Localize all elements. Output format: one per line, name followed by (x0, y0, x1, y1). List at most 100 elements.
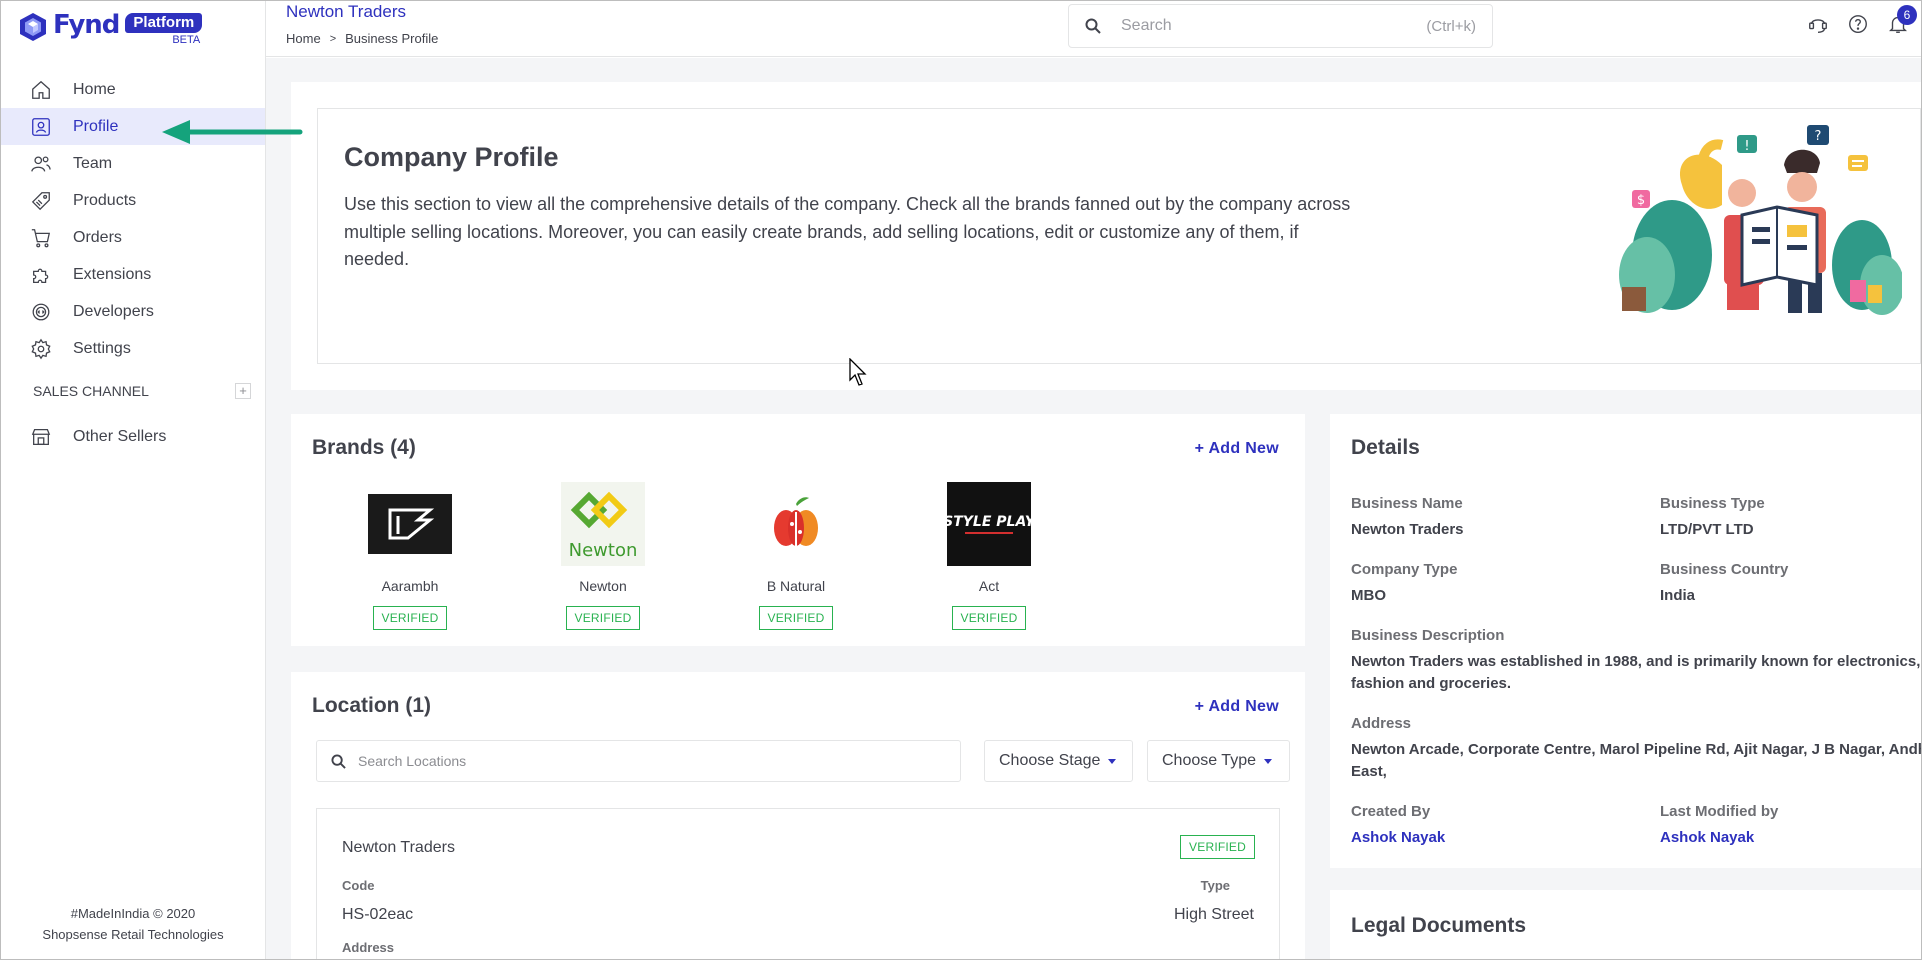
top-bar: Newton Traders Home > Business Profile S… (266, 1, 1921, 57)
brand-name: Newton (579, 578, 627, 594)
people-reading-illustration: $ ! ? (1619, 125, 1902, 315)
help-icon[interactable] (1845, 11, 1871, 37)
sidebar-item-label: Products (73, 191, 137, 209)
type-value: High Street (1173, 906, 1254, 923)
business-name-value: Newton Traders (1351, 521, 1464, 538)
sidebar-item-home[interactable]: Home (1, 71, 265, 108)
brand-name: Aarambh (381, 578, 439, 594)
brand-name: B Natural (766, 578, 826, 594)
brand-item[interactable]: STYLE PLAY Act VERIFIED (929, 482, 1049, 630)
newton-logo-icon: Newton (569, 491, 638, 561)
business-description-line2: fashion and groceries. (1351, 675, 1512, 692)
sidebar-item-label: Developers (73, 302, 154, 320)
svg-text:$: $ (1637, 193, 1645, 208)
add-brand-button[interactable]: + Add New (1195, 440, 1279, 458)
store-icon (29, 425, 53, 449)
puzzle-icon (29, 263, 53, 287)
brand-item[interactable]: Newton Newton VERIFIED (543, 482, 663, 630)
sidebar-item-settings[interactable]: Settings (1, 330, 265, 367)
sales-channel-label: SALES CHANNEL (33, 383, 149, 399)
newton-logo-text: Newton (569, 540, 638, 561)
sidebar-nav: Home Profile Team Products Orders Extens… (1, 71, 265, 367)
location-name: Newton Traders (342, 839, 455, 856)
page-title: Company Profile (344, 142, 559, 172)
business-type-value: LTD/PVT LTD (1660, 521, 1754, 538)
business-type-label: Business Type (1660, 495, 1765, 512)
brand-item[interactable]: B Natural VERIFIED (736, 482, 856, 630)
modified-by-label: Last Modified by (1660, 803, 1779, 820)
legal-documents-title: Legal Documents (1351, 914, 1527, 937)
search-icon (1085, 18, 1101, 34)
company-profile-banner: Company Profile Use this section to view… (291, 82, 1921, 390)
brands-title: Brands (4) (312, 436, 416, 459)
brand-item[interactable]: Aarambh VERIFIED (350, 482, 470, 630)
verified-badge: VERIFIED (758, 606, 834, 630)
home-icon (29, 78, 53, 102)
global-search-input[interactable]: Search (Ctrl+k) (1068, 4, 1493, 48)
address-label: Address (1351, 715, 1412, 732)
code-value: HS-02eac (342, 906, 414, 923)
brand-logo (754, 482, 838, 566)
choose-stage-dropdown[interactable]: Choose Stage (984, 740, 1133, 782)
sales-channel-header: SALES CHANNEL + (33, 383, 251, 399)
main-content: Company Profile Use this section to view… (266, 58, 1921, 959)
notification-bell-icon[interactable]: 6 (1885, 5, 1917, 37)
choose-type-dropdown[interactable]: Choose Type (1147, 740, 1290, 782)
sidebar-item-extensions[interactable]: Extensions (1, 256, 265, 293)
address-line2: East, (1351, 763, 1387, 780)
fynd-logo[interactable]: Fynd Platform BETA (17, 9, 203, 49)
verified-badge: VERIFIED (1180, 835, 1255, 859)
sidebar-item-team[interactable]: Team (1, 145, 265, 182)
verified-badge: VERIFIED (951, 606, 1027, 630)
breadcrumb-current: Business Profile (345, 31, 439, 46)
sidebar-item-developers[interactable]: Developers (1, 293, 265, 330)
business-description-line1: Newton Traders was established in 1988, … (1351, 653, 1921, 670)
created-by-link[interactable]: Ashok Nayak (1351, 829, 1445, 846)
caret-down-icon (1264, 758, 1272, 764)
add-sales-channel-button[interactable]: + (235, 383, 251, 399)
business-description-label: Business Description (1351, 627, 1505, 644)
sidebar-item-label: Settings (73, 339, 131, 357)
details-title: Details (1351, 436, 1420, 459)
company-name[interactable]: Newton Traders (286, 2, 406, 22)
team-icon (29, 152, 53, 176)
chevron-right-icon: > (329, 32, 337, 45)
sidebar-item-label: Profile (73, 117, 119, 135)
sidebar-item-other-sellers[interactable]: Other Sellers (1, 418, 265, 455)
add-location-button[interactable]: + Add New (1195, 698, 1279, 716)
modified-by-link[interactable]: Ashok Nayak (1660, 829, 1754, 846)
brand-logo: Newton (561, 482, 645, 566)
brand-logo (368, 482, 452, 566)
verified-badge: VERIFIED (372, 606, 448, 630)
sidebar-item-label: Team (73, 154, 113, 172)
details-card: Details Business Name Newton Traders Bus… (1330, 414, 1921, 868)
location-search-input[interactable]: Search Locations (316, 740, 961, 782)
sidebar-footer: #MadeInIndia © 2020 Shopsense Retail Tec… (1, 903, 265, 945)
sidebar-item-products[interactable]: Products (1, 182, 265, 219)
aarambh-logo-icon (368, 494, 452, 554)
address-label: Address (342, 940, 395, 955)
sidebar-item-orders[interactable]: Orders (1, 219, 265, 256)
brands-card: Brands (4) + Add New Aarambh VERIFIED Ne… (291, 414, 1305, 646)
search-icon (331, 753, 346, 769)
breadcrumb-home[interactable]: Home (286, 31, 321, 46)
apple-logo-icon (774, 497, 818, 546)
footer-company: Shopsense Retail Technologies (42, 927, 224, 942)
search-placeholder: Search (1121, 17, 1172, 34)
cart-icon (29, 226, 53, 250)
developer-gear-icon (29, 300, 53, 324)
location-item[interactable]: Newton Traders VERIFIED Code HS-02eac Ty… (316, 808, 1280, 959)
other-sellers-section: Other Sellers (1, 418, 265, 455)
sidebar-item-label: Orders (73, 228, 122, 246)
profile-icon (29, 115, 53, 139)
style-play-logo-text: STYLE PLAY (947, 514, 1031, 530)
business-name-label: Business Name (1351, 495, 1463, 512)
company-type-value: MBO (1351, 587, 1386, 604)
verified-badge: VERIFIED (565, 606, 641, 630)
svg-text:?: ? (1815, 129, 1822, 144)
brand-name: Act (978, 578, 1000, 594)
support-icon[interactable] (1805, 11, 1831, 37)
choose-type-label: Choose Type (1162, 752, 1256, 769)
footer-made-in-india: #MadeInIndia © 2020 (70, 906, 196, 921)
fynd-logo-icon (20, 13, 46, 41)
